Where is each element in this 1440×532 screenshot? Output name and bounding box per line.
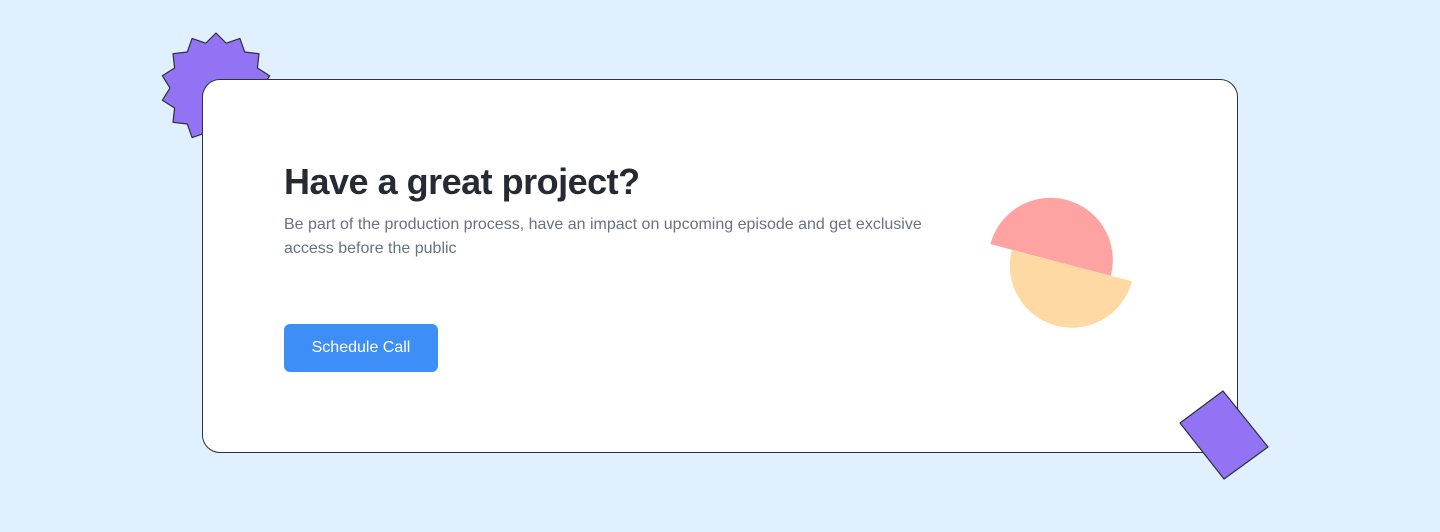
rotated-square-icon xyxy=(1179,390,1269,480)
schedule-call-button[interactable]: Schedule Call xyxy=(284,324,438,372)
cta-description: Be part of the production process, have … xyxy=(284,216,922,257)
split-circle-illustration xyxy=(990,197,1133,328)
cta-headline: Have a great project? xyxy=(284,161,640,202)
